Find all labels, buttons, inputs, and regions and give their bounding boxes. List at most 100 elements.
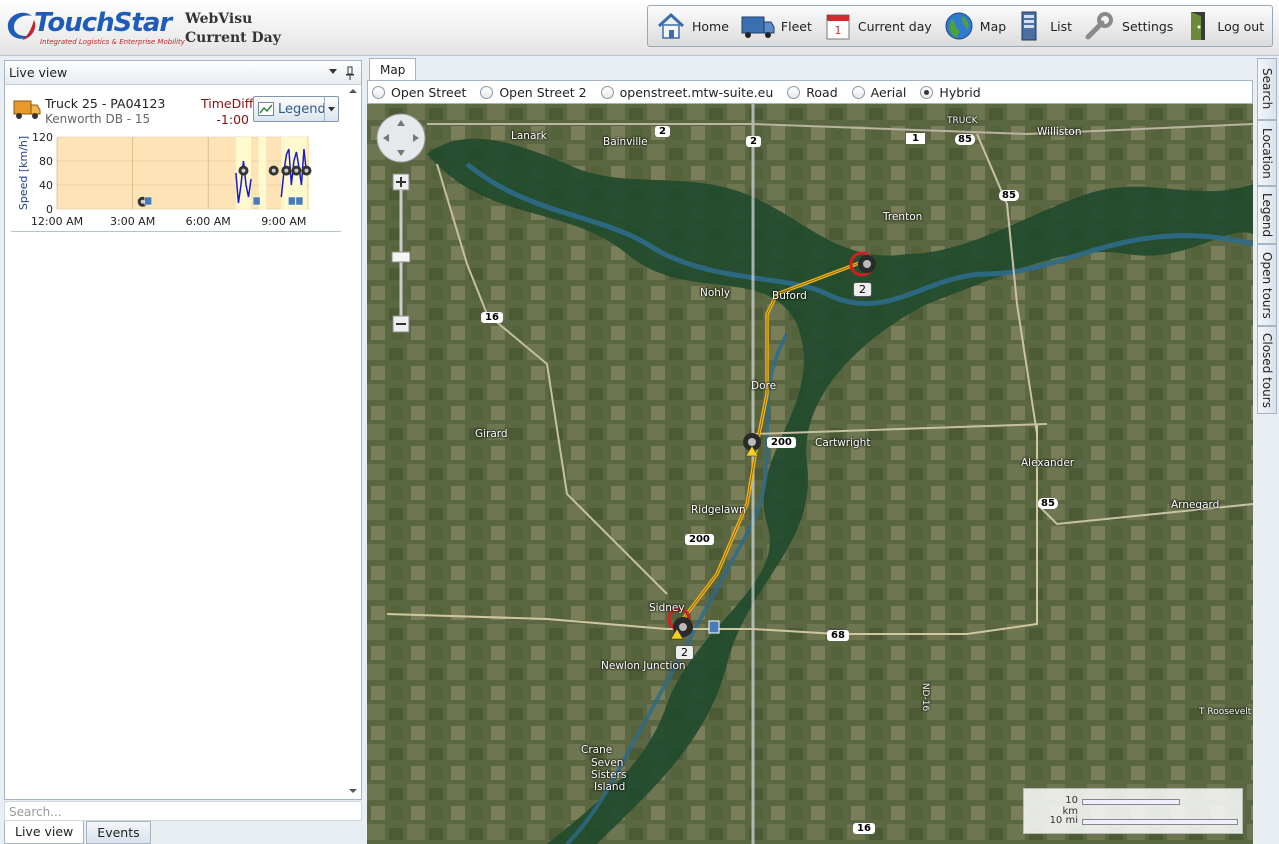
place-label: Girard — [475, 428, 508, 440]
logo-text: TouchStar — [34, 8, 172, 38]
place-label: ND-16 — [920, 682, 931, 712]
live-view-panel: Live view Truck 25 - PA04123 Kenworth DB… — [4, 60, 362, 800]
home-button[interactable]: Home — [648, 6, 735, 46]
radio-button[interactable] — [787, 85, 801, 99]
vehicle-count-badge[interactable]: 2 — [675, 645, 694, 660]
bottom-tabs: Live view Events — [4, 821, 153, 844]
side-tab-closed-tours[interactable]: Closed tours — [1257, 326, 1277, 414]
map-layer-selector: Open Street Open Street 2 openstreet.mtw… — [367, 80, 1253, 104]
legend-label: Legend — [278, 101, 326, 117]
stop-event-marker — [252, 196, 261, 206]
zoom-slider-thumb — [391, 251, 411, 263]
place-label: Seven — [591, 757, 624, 769]
radio-button-selected[interactable] — [920, 85, 934, 99]
x-tick-label: 9:00 AM — [261, 215, 306, 228]
x-tick-label: 12:00 AM — [31, 215, 83, 228]
side-tab-location[interactable]: Location — [1257, 120, 1277, 186]
route-shield: 200 — [685, 534, 714, 545]
layer-label: Road — [806, 84, 838, 100]
place-label: Bainville — [603, 136, 648, 148]
layer-hybrid[interactable]: Hybrid — [920, 84, 981, 100]
timediff: TimeDiff -1:00 — [201, 96, 253, 128]
logo-tagline: Integrated Logistics & Enterprise Mobili… — [40, 38, 185, 46]
divider — [11, 231, 341, 232]
side-tab-label: Legend — [1260, 192, 1274, 238]
place-label: Ridgelawn — [691, 504, 746, 516]
scale-mi-label: 10 mi — [1049, 815, 1078, 826]
app-title-line1: WebVisu — [185, 11, 253, 27]
truck-icon — [741, 16, 775, 38]
route-shield: 200 — [767, 437, 796, 448]
route-shield: 1 — [906, 133, 925, 144]
vehicle-row[interactable]: Truck 25 - PA04123 Kenworth DB - 15 Time… — [11, 93, 345, 133]
logout-door-icon — [1191, 12, 1206, 40]
route-shield: 2 — [655, 126, 670, 137]
place-label: Trenton — [883, 211, 923, 223]
fleet-button[interactable]: Fleet — [735, 6, 818, 46]
layer-road[interactable]: Road — [787, 84, 838, 100]
map-area: Map Open Street Open Street 2 openstreet… — [367, 58, 1255, 844]
side-tab-search[interactable]: Search — [1257, 58, 1277, 120]
live-view-header: Live view — [5, 61, 361, 85]
settings-button[interactable]: Settings — [1078, 6, 1179, 46]
map-zoom-controls[interactable] — [375, 112, 427, 342]
layer-mtw-suite[interactable]: openstreet.mtw-suite.eu — [600, 84, 774, 100]
server-list-icon — [1021, 11, 1037, 41]
radio-button[interactable] — [600, 85, 614, 99]
map-button[interactable]: Map — [938, 6, 1012, 46]
layer-aerial[interactable]: Aerial — [851, 85, 906, 100]
list-button[interactable]: List — [1012, 6, 1078, 46]
route-shield: 2 — [746, 136, 761, 147]
place-label: Sisters — [591, 769, 627, 781]
truck-icon — [13, 100, 41, 119]
side-tabs: Search Location Legend Open tours Closed… — [1257, 58, 1279, 844]
x-tick-label: 6:00 AM — [186, 215, 231, 228]
map-canvas[interactable]: Lanark Bainville TRUCK Williston Trenton… — [367, 104, 1253, 844]
panel-scrollbar[interactable] — [347, 87, 359, 797]
route-shield: 68 — [827, 630, 849, 641]
side-tab-legend[interactable]: Legend — [1257, 186, 1277, 244]
layer-open-street[interactable]: Open Street — [372, 85, 466, 100]
chevron-down-icon[interactable] — [329, 69, 337, 75]
layer-label: Open Street 2 — [499, 84, 587, 100]
side-tab-label: Location — [1260, 127, 1274, 179]
logo-swirl-icon — [7, 12, 36, 40]
layer-label: Hybrid — [939, 84, 981, 100]
search-input[interactable]: Search... — [4, 801, 362, 821]
place-label: T Roosevelt — [1199, 707, 1252, 717]
tab-events[interactable]: Events — [86, 821, 151, 844]
place-label: Nohly — [700, 287, 731, 299]
radio-button[interactable] — [851, 85, 865, 99]
chevron-down-icon — [328, 106, 335, 111]
legend-dropdown-arrow[interactable] — [324, 97, 338, 121]
stop-event-marker — [144, 196, 152, 206]
place-label: Dore — [751, 380, 777, 392]
side-tab-label: Search — [1260, 68, 1274, 110]
scrollbar-track[interactable] — [347, 87, 359, 797]
pin-icon[interactable] — [345, 66, 355, 80]
side-tab-open-tours[interactable]: Open tours — [1257, 244, 1277, 326]
touchstar-logo: TouchStar Integrated Logistics & Enterpr… — [4, 6, 185, 48]
map-imagery — [367, 104, 1253, 844]
current-day-button[interactable]: 1 Current day — [818, 6, 938, 46]
place-label: Newlon Junction — [601, 660, 686, 672]
tab-map[interactable]: Map — [369, 58, 417, 80]
tab-live-view[interactable]: Live view — [4, 821, 85, 844]
place-label: Alexander — [1021, 457, 1075, 469]
vehicle-count-badge[interactable]: 2 — [853, 282, 872, 297]
layer-label: openstreet.mtw-suite.eu — [619, 84, 774, 100]
scale-km-label: 10 km — [1062, 795, 1078, 817]
calendar-icon: 1 — [826, 14, 850, 40]
log-out-button[interactable]: Log out — [1179, 6, 1270, 46]
legend-button[interactable]: Legend — [253, 96, 339, 122]
layer-open-street-2[interactable]: Open Street 2 — [480, 84, 587, 100]
place-label: Sidney — [649, 602, 685, 614]
tire-event-marker — [268, 165, 279, 176]
route-shield: 16 — [481, 312, 503, 323]
scale-km-bar — [1082, 799, 1180, 805]
radio-button[interactable] — [372, 85, 385, 99]
stop-event-marker — [295, 196, 304, 206]
radio-button[interactable] — [480, 85, 494, 99]
scale-mi-bar — [1082, 819, 1238, 825]
home-icon — [657, 12, 685, 39]
